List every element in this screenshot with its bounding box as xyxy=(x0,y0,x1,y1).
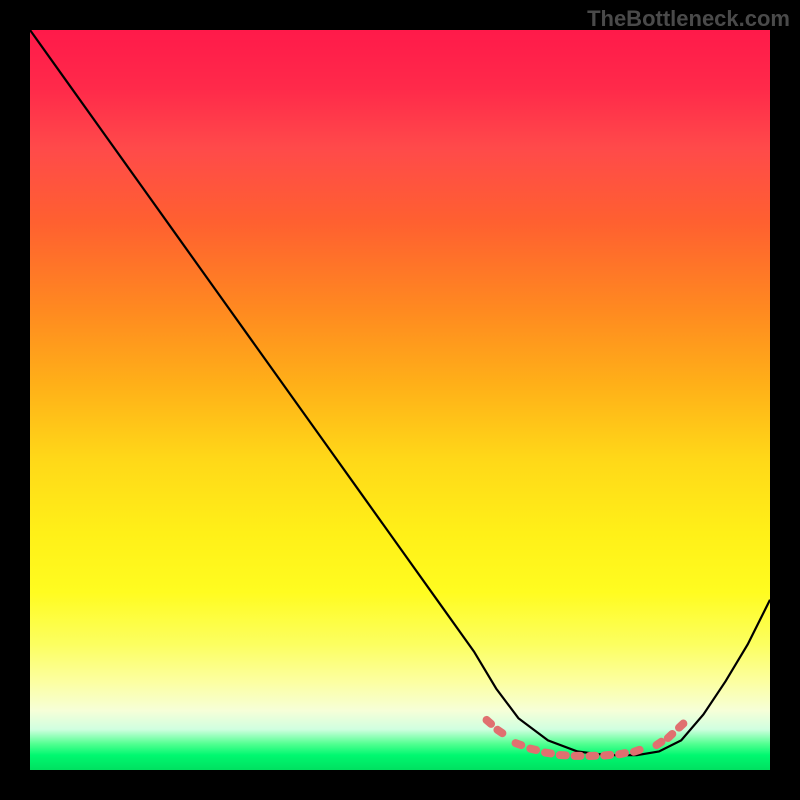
marker-dot xyxy=(510,738,526,750)
marker-dot xyxy=(614,748,629,759)
watermark-text: TheBottleneck.com xyxy=(587,6,790,32)
plot-area xyxy=(30,30,770,770)
chart-svg xyxy=(30,30,770,770)
marker-dot xyxy=(571,752,585,760)
marker-dot xyxy=(585,752,599,761)
bottleneck-curve xyxy=(30,30,770,755)
marker-dot xyxy=(556,751,570,760)
marker-dot xyxy=(600,751,615,760)
marker-dot xyxy=(673,718,689,733)
marker-dot xyxy=(492,724,508,738)
marker-dot xyxy=(481,714,497,729)
marker-dot xyxy=(540,748,555,758)
marker-dot xyxy=(525,744,541,755)
